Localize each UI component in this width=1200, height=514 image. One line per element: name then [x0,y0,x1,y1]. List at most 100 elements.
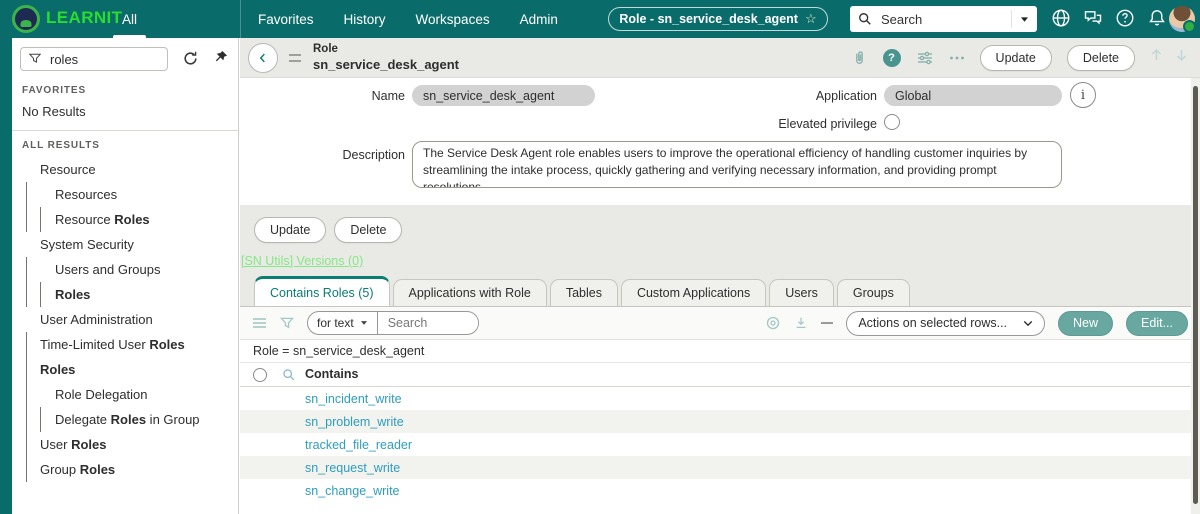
user-avatar[interactable] [1169,6,1196,33]
edit-button[interactable]: Edit... [1126,310,1188,336]
sidebar-result-item[interactable]: Group Roles [12,457,237,482]
update-button-footer[interactable]: Update [254,217,327,243]
contains-role-link[interactable]: sn_incident_write [305,392,402,406]
sidebar-result-item[interactable]: Role Delegation [12,382,237,407]
menu-admin[interactable]: Admin [520,12,558,27]
refresh-icon[interactable] [182,50,199,72]
search-field-value: for text [317,316,354,330]
sidebar-result-item[interactable]: Resource Roles [12,207,237,232]
list-breadcrumb[interactable]: Role = sn_service_desk_agent [240,340,1200,363]
scrollbar-thumb[interactable] [1193,86,1198,504]
application-field[interactable]: Global [884,85,1062,106]
tab-users[interactable]: Users [769,279,834,306]
back-button[interactable] [248,42,278,73]
list-search-input[interactable] [377,316,478,330]
sidebar-result-item[interactable]: Resource [12,157,237,182]
delete-button[interactable]: Delete [1066,44,1135,71]
sn-utils-versions-link[interactable]: [SN Utils] Versions (0) [241,254,363,268]
contains-role-link[interactable]: sn_request_write [305,461,400,475]
favorite-star-icon[interactable]: ☆ [805,11,817,27]
paperclip-icon[interactable] [851,49,868,66]
next-record-icon[interactable] [1175,48,1188,67]
sidebar-result-label: User Roles [40,437,107,452]
sidebar-result-label: Delegate Roles in Group [55,412,200,427]
elevated-privilege-checkbox[interactable] [884,114,900,130]
contains-role-link[interactable]: tracked_file_reader [305,438,412,452]
brand-name[interactable]: LEARNIT [46,8,122,28]
menu-workspaces[interactable]: Workspaces [416,12,490,27]
select-all-checkbox[interactable] [253,368,267,382]
tree-guide-line [26,457,27,482]
tab-custom-applications[interactable]: Custom Applications [620,279,767,306]
sidebar-result-item[interactable]: Roles [12,357,237,382]
search-scope-dropdown[interactable] [1011,10,1029,28]
pin-icon[interactable] [213,50,228,70]
contains-role-link[interactable]: sn_problem_write [305,415,404,429]
search-field-dropdown[interactable]: for text [308,312,378,334]
name-field[interactable]: sn_service_desk_agent [412,85,595,106]
sliders-icon[interactable] [916,50,934,66]
description-field-label: Description [342,148,405,162]
menu-history[interactable]: History [344,12,386,27]
chat-icon[interactable] [1083,8,1105,30]
sidebar-result-label: Roles [55,287,91,302]
sidebar-result-item[interactable]: User Administration [12,307,237,332]
global-search-input[interactable] [879,10,1011,28]
sidebar-result-item[interactable]: Resources [12,182,237,207]
actions-on-rows-dropdown[interactable]: Actions on selected rows... [846,310,1046,336]
vertical-scrollbar[interactable] [1191,78,1200,514]
list-filter-icon[interactable] [280,317,294,330]
sidebar-filter-input[interactable] [48,50,138,68]
globe-icon[interactable] [1051,8,1073,30]
form-context-menu-icon[interactable] [289,53,301,62]
collapse-dash-icon[interactable] [821,322,834,324]
elevated-privilege-label: Elevated privilege [778,117,877,131]
sidebar-result-item[interactable]: User Roles [12,432,237,457]
application-info-icon[interactable] [1070,82,1096,108]
tree-guide-line [26,407,27,432]
list-menu-icon[interactable] [252,317,267,329]
tab-groups[interactable]: Groups [836,279,910,306]
sidebar-result-label: Time-Limited User Roles [40,337,185,352]
sidebar-result-item[interactable]: System Security [12,232,237,257]
tree-guide-line [26,257,27,282]
more-icon[interactable] [949,55,965,61]
help-circle-icon[interactable] [882,48,901,67]
column-search-icon[interactable] [282,368,296,387]
update-button[interactable]: Update [979,44,1052,71]
sidebar-result-label: User Administration [40,312,153,327]
table-row: sn_request_write [240,456,1200,479]
tab-applications-with-role[interactable]: Applications with Role [392,279,547,306]
list-toolbar: for text Acti [240,307,1200,340]
sidebar-filter[interactable] [20,47,168,71]
nav-divider [240,0,241,38]
delete-button-footer[interactable]: Delete [334,217,403,243]
favorites-empty-text: No Results [22,104,86,119]
personalize-list-icon[interactable] [765,315,781,331]
notifications-icon[interactable] [1147,8,1169,30]
sidebar-result-label: Resources [55,187,118,202]
sidebar-result-item[interactable]: Delegate Roles in Group [12,407,237,432]
sidebar-result-item[interactable]: Time-Limited User Roles [12,332,237,357]
menu-favorites[interactable]: Favorites [258,12,314,27]
tab-contains-roles-5[interactable]: Contains Roles (5) [254,276,390,306]
sidebar-result-label: Resource [40,162,96,177]
tree-guide-line [40,407,41,432]
export-download-icon[interactable] [794,316,808,330]
new-button[interactable]: New [1058,310,1114,336]
help-icon[interactable] [1115,8,1137,30]
tree-guide-line [26,182,27,207]
sidebar-result-item[interactable]: Users and Groups [12,257,237,282]
previous-record-icon[interactable] [1150,48,1163,67]
global-search[interactable] [850,6,1037,32]
list-rows: sn_incident_write sn_problem_writetracked… [240,387,1200,502]
sidebar-results-tree: Resource Resources Resource Roles System Se… [12,157,237,482]
tab-tables[interactable]: Tables [549,279,618,306]
contains-role-link[interactable]: sn_change_write [305,484,400,498]
screen: LEARNIT All Favorites History Workspaces… [0,0,1200,514]
contains-column-header[interactable]: Contains [305,367,358,381]
all-menu-button[interactable]: All [112,0,147,38]
current-record-pill[interactable]: Role - sn_service_desk_agent ☆ [608,7,828,31]
sidebar-result-item[interactable]: Roles [12,282,237,307]
description-field[interactable]: The Service Desk Agent role enables user… [412,141,1062,188]
